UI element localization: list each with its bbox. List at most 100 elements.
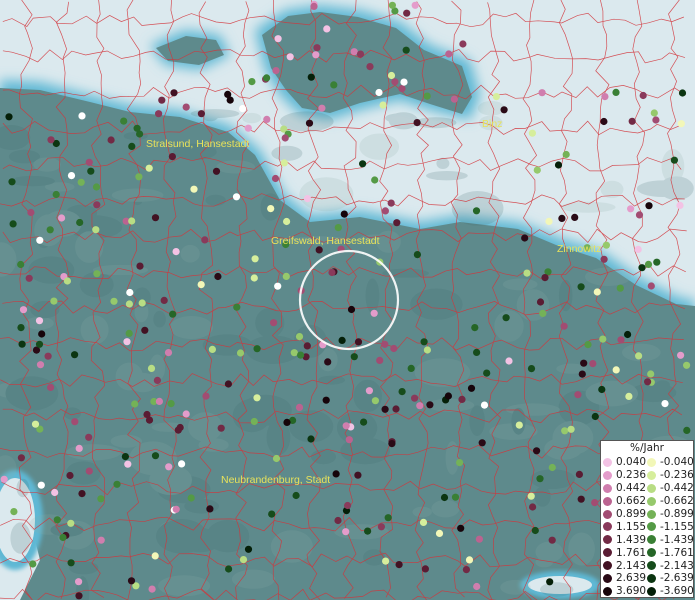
station-marker[interactable] bbox=[17, 454, 25, 462]
station-marker[interactable] bbox=[523, 269, 531, 277]
station-marker[interactable] bbox=[402, 46, 410, 54]
station-marker[interactable] bbox=[18, 340, 26, 348]
station-marker[interactable] bbox=[536, 298, 545, 306]
station-marker[interactable] bbox=[561, 427, 569, 435]
station-marker[interactable] bbox=[225, 565, 233, 573]
station-marker[interactable] bbox=[71, 418, 79, 426]
station-marker[interactable] bbox=[456, 459, 464, 467]
station-marker[interactable] bbox=[307, 73, 315, 81]
station-marker[interactable] bbox=[670, 156, 679, 164]
station-marker[interactable] bbox=[272, 454, 281, 463]
station-marker[interactable] bbox=[75, 444, 83, 452]
station-marker[interactable] bbox=[128, 142, 136, 150]
station-marker[interactable] bbox=[292, 491, 300, 500]
station-marker[interactable] bbox=[202, 392, 210, 400]
station-marker[interactable] bbox=[678, 89, 687, 97]
station-marker[interactable] bbox=[38, 330, 46, 338]
station-marker[interactable] bbox=[187, 494, 195, 502]
station-marker[interactable] bbox=[9, 220, 17, 228]
station-marker[interactable] bbox=[17, 324, 25, 332]
station-marker[interactable] bbox=[248, 78, 256, 86]
station-marker[interactable] bbox=[382, 557, 390, 565]
station-marker[interactable] bbox=[125, 329, 133, 337]
station-marker[interactable] bbox=[462, 566, 470, 574]
station-marker[interactable] bbox=[560, 322, 568, 330]
station-marker[interactable] bbox=[423, 92, 431, 100]
station-marker[interactable] bbox=[473, 582, 481, 591]
station-marker[interactable] bbox=[533, 447, 541, 455]
station-marker[interactable] bbox=[125, 300, 133, 308]
station-marker[interactable] bbox=[158, 96, 166, 104]
station-marker[interactable] bbox=[5, 113, 13, 121]
station-marker[interactable] bbox=[591, 412, 599, 421]
station-marker[interactable] bbox=[617, 336, 625, 344]
station-marker[interactable] bbox=[421, 565, 429, 573]
station-marker[interactable] bbox=[214, 272, 222, 281]
station-marker[interactable] bbox=[224, 380, 232, 388]
station-marker[interactable] bbox=[324, 358, 332, 366]
station-marker[interactable] bbox=[529, 503, 537, 511]
station-marker[interactable] bbox=[387, 71, 396, 80]
station-marker[interactable] bbox=[472, 207, 481, 215]
station-marker[interactable] bbox=[388, 440, 396, 448]
station-marker[interactable] bbox=[342, 528, 350, 536]
station-marker[interactable] bbox=[332, 470, 340, 478]
station-marker[interactable] bbox=[635, 352, 643, 360]
station-marker[interactable] bbox=[250, 274, 258, 282]
station-marker[interactable] bbox=[411, 394, 419, 402]
station-marker[interactable] bbox=[413, 251, 421, 259]
station-marker[interactable] bbox=[322, 396, 330, 404]
station-marker[interactable] bbox=[143, 410, 151, 419]
station-marker[interactable] bbox=[93, 201, 101, 209]
station-marker[interactable] bbox=[155, 397, 163, 405]
station-marker[interactable] bbox=[601, 93, 609, 101]
station-marker[interactable] bbox=[624, 330, 632, 339]
station-marker[interactable] bbox=[661, 400, 669, 408]
station-marker[interactable] bbox=[600, 117, 608, 126]
station-marker[interactable] bbox=[85, 158, 93, 166]
station-marker[interactable] bbox=[75, 578, 83, 586]
station-marker[interactable] bbox=[354, 471, 362, 479]
station-marker[interactable] bbox=[135, 173, 143, 181]
station-marker[interactable] bbox=[545, 217, 553, 225]
station-marker[interactable] bbox=[384, 514, 392, 522]
station-marker[interactable] bbox=[344, 501, 352, 510]
station-marker[interactable] bbox=[407, 364, 415, 372]
station-marker[interactable] bbox=[126, 288, 134, 297]
station-marker[interactable] bbox=[58, 214, 66, 222]
station-marker[interactable] bbox=[554, 161, 563, 169]
station-marker[interactable] bbox=[85, 467, 93, 475]
station-marker[interactable] bbox=[567, 425, 575, 433]
station-marker[interactable] bbox=[375, 88, 383, 97]
station-marker[interactable] bbox=[123, 338, 131, 346]
station-marker[interactable] bbox=[113, 480, 121, 488]
station-marker[interactable] bbox=[400, 78, 408, 86]
station-marker[interactable] bbox=[8, 178, 16, 186]
station-marker[interactable] bbox=[645, 202, 653, 210]
station-marker[interactable] bbox=[75, 592, 83, 600]
station-marker[interactable] bbox=[391, 78, 399, 86]
station-marker[interactable] bbox=[182, 103, 190, 111]
station-marker[interactable] bbox=[78, 112, 86, 120]
station-marker[interactable] bbox=[87, 167, 95, 175]
station-marker[interactable] bbox=[172, 248, 180, 256]
station-marker[interactable] bbox=[182, 410, 190, 418]
station-marker[interactable] bbox=[283, 217, 291, 226]
station-marker[interactable] bbox=[676, 201, 684, 209]
station-marker[interactable] bbox=[46, 226, 54, 234]
station-marker[interactable] bbox=[239, 105, 247, 113]
station-marker[interactable] bbox=[388, 1, 396, 9]
station-marker[interactable] bbox=[121, 453, 129, 461]
station-marker[interactable] bbox=[303, 195, 312, 203]
station-marker[interactable] bbox=[420, 338, 428, 346]
station-marker[interactable] bbox=[271, 174, 280, 183]
station-marker[interactable] bbox=[478, 439, 486, 447]
station-marker[interactable] bbox=[107, 136, 115, 144]
station-marker[interactable] bbox=[52, 190, 60, 199]
station-marker[interactable] bbox=[505, 357, 513, 365]
station-marker[interactable] bbox=[359, 160, 367, 168]
station-marker[interactable] bbox=[53, 516, 61, 524]
station-marker[interactable] bbox=[403, 9, 411, 17]
station-marker[interactable] bbox=[295, 333, 304, 341]
station-marker[interactable] bbox=[546, 578, 554, 586]
